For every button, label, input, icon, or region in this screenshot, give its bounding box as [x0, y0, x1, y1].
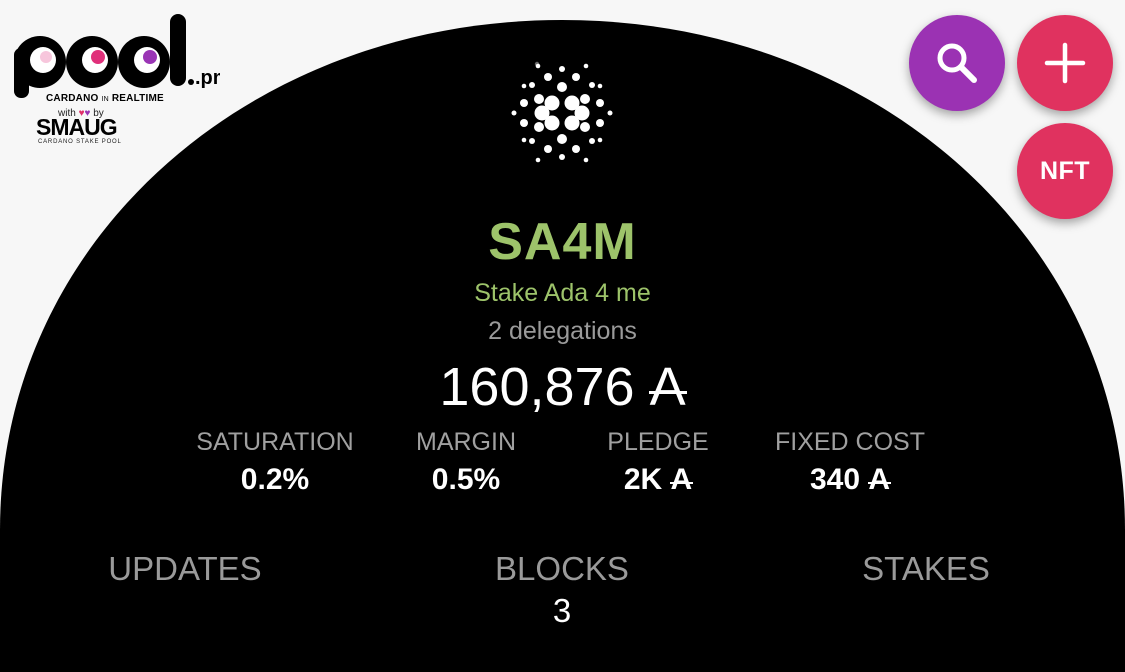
- poolpm-logo[interactable]: .pm CARDANO IN REALTIME with ♥♥ by SMAUG…: [10, 14, 230, 154]
- ada-symbol-icon: A: [648, 357, 687, 417]
- stat-value: 0.5%: [431, 463, 501, 496]
- tab-count: 3: [552, 592, 572, 629]
- poolpm-wordmark-icon: .pm: [14, 14, 220, 98]
- ada-symbol-icon: A: [867, 463, 891, 496]
- smaug-subtitle: CARDANO STAKE POOL: [38, 139, 122, 145]
- stat-pledge: PLEDGE 2K A: [558, 428, 758, 497]
- stat-label: FIXED COST: [774, 428, 925, 456]
- search-button[interactable]: [909, 15, 1005, 111]
- stat-label: PLEDGE: [607, 428, 709, 456]
- nft-button[interactable]: NFT: [1017, 123, 1113, 219]
- delegations-count: 2 delegations: [488, 317, 637, 345]
- logo-tagline: CARDANO IN REALTIME: [46, 93, 164, 104]
- tab-label: STAKES: [862, 550, 990, 587]
- stat-saturation: SATURATION 0.2%: [175, 428, 375, 497]
- nft-button-label: NFT: [1039, 156, 1091, 185]
- live-stake-value: 160,876: [439, 357, 635, 417]
- tab-label: UPDATES: [108, 550, 262, 587]
- stat-value: 340 A: [809, 463, 891, 496]
- smaug-partner-logo[interactable]: SMAUG: [36, 114, 118, 141]
- tab-updates[interactable]: UPDATES: [55, 550, 315, 592]
- stat-value: 2K A: [623, 463, 693, 496]
- tab-blocks[interactable]: BLOCKS 3: [432, 550, 692, 630]
- tab-stakes[interactable]: STAKES: [796, 550, 1056, 592]
- stat-label: MARGIN: [416, 428, 516, 456]
- add-button[interactable]: [1017, 15, 1113, 111]
- stat-label: SATURATION: [196, 428, 354, 456]
- plus-icon: [1044, 42, 1086, 84]
- cardano-logo-icon: [511, 61, 613, 163]
- pool-name[interactable]: Stake Ada 4 me: [0, 279, 1125, 308]
- logo-pm-text: .pm: [195, 67, 220, 89]
- live-stake: 160,876 A: [0, 356, 1125, 418]
- stat-margin: MARGIN 0.5%: [366, 428, 566, 497]
- search-icon: [937, 43, 977, 83]
- stat-value: 0.2%: [240, 463, 310, 496]
- pool-ticker: SA4M: [488, 213, 637, 271]
- ada-symbol-icon: A: [669, 463, 693, 496]
- tab-label: BLOCKS: [495, 550, 629, 587]
- stat-fixed-cost: FIXED COST 340 A: [750, 428, 950, 497]
